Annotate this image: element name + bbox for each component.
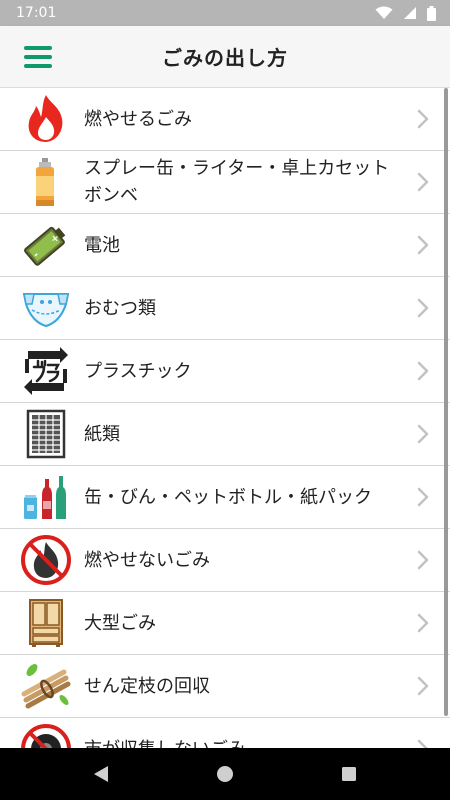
menu-line xyxy=(24,64,52,68)
chevron-right-icon xyxy=(417,424,429,444)
menu-line xyxy=(24,55,52,59)
chevron-right-icon xyxy=(417,361,429,381)
chevron-right-icon xyxy=(417,298,429,318)
list-item-not-collected[interactable]: 市が収集しないごみ xyxy=(0,718,450,748)
list-item-batteries[interactable]: + - 電池 xyxy=(0,214,450,277)
status-time: 17:01 xyxy=(16,5,57,21)
list-item-label: せん定枝の回収 xyxy=(84,675,210,697)
branches-icon xyxy=(20,660,72,712)
status-icons xyxy=(375,5,436,21)
no-burn-icon xyxy=(20,534,72,586)
chevron-right-icon xyxy=(417,676,429,696)
cabinet-icon xyxy=(20,597,72,649)
list-item-plastic[interactable]: プラスチック xyxy=(0,340,450,403)
list-item-label: 缶・びん・ペットボトル・紙パック xyxy=(84,486,372,508)
list-item-burnable[interactable]: 燃やせるごみ xyxy=(0,88,450,151)
list-item-oversized[interactable]: 大型ごみ xyxy=(0,592,450,655)
spray-can-icon xyxy=(20,156,72,208)
list-item-spray-cans[interactable]: スプレー缶・ライター・卓上カセットボンベ xyxy=(0,151,450,214)
list-item-non-burnable[interactable]: 燃やせないごみ xyxy=(0,529,450,592)
chevron-right-icon xyxy=(417,487,429,507)
list-item-branches[interactable]: せん定枝の回収 xyxy=(0,655,450,718)
list-item-label: 紙類 xyxy=(84,423,120,445)
nav-recents-button[interactable] xyxy=(337,762,361,786)
wifi-icon xyxy=(375,6,393,19)
battery-status-icon xyxy=(427,5,436,21)
nav-back-button[interactable] xyxy=(89,762,113,786)
paper-icon xyxy=(20,408,72,460)
back-triangle-icon xyxy=(94,766,108,782)
bottles-icon xyxy=(20,471,72,523)
menu-line xyxy=(24,46,52,50)
chevron-right-icon xyxy=(417,172,429,192)
list-item-label: おむつ類 xyxy=(84,297,156,319)
recents-square-icon xyxy=(342,767,356,781)
no-tire-icon xyxy=(20,723,72,748)
system-nav-bar xyxy=(0,748,450,800)
list-item-paper[interactable]: 紙類 xyxy=(0,403,450,466)
chevron-right-icon xyxy=(417,550,429,570)
garbage-category-list: 燃やせるごみ スプレー缶・ライター・卓上カセットボンベ + - 電池 おむつ類 … xyxy=(0,88,450,748)
status-bar: 17:01 xyxy=(0,0,450,26)
battery-icon: + - xyxy=(20,219,72,271)
list-item-diapers[interactable]: おむつ類 xyxy=(0,277,450,340)
scrollbar[interactable] xyxy=(444,88,448,716)
home-circle-icon xyxy=(217,766,233,782)
plastic-recycle-icon xyxy=(20,345,72,397)
chevron-right-icon xyxy=(417,235,429,255)
list-item-label: 大型ごみ xyxy=(84,612,156,634)
list-item-label: 電池 xyxy=(84,234,120,256)
list-item-label: プラスチック xyxy=(84,360,192,382)
diaper-icon xyxy=(20,282,72,334)
list-item-label: 燃やせないごみ xyxy=(84,549,210,571)
menu-button[interactable] xyxy=(22,42,54,72)
signal-icon xyxy=(404,7,416,19)
app-bar: ごみの出し方 xyxy=(0,26,450,88)
nav-home-button[interactable] xyxy=(213,762,237,786)
list-item-label: 市が収集しないごみ xyxy=(84,736,400,749)
list-item-label: スプレー缶・ライター・卓上カセットボンベ xyxy=(84,158,390,206)
chevron-right-icon xyxy=(417,109,429,129)
list-item-label: 燃やせるごみ xyxy=(84,108,192,130)
page-title: ごみの出し方 xyxy=(162,46,288,70)
flame-icon xyxy=(20,93,72,145)
chevron-right-icon xyxy=(417,739,428,748)
chevron-right-icon xyxy=(417,613,429,633)
list-item-cans-bottles[interactable]: 缶・びん・ペットボトル・紙パック xyxy=(0,466,450,529)
